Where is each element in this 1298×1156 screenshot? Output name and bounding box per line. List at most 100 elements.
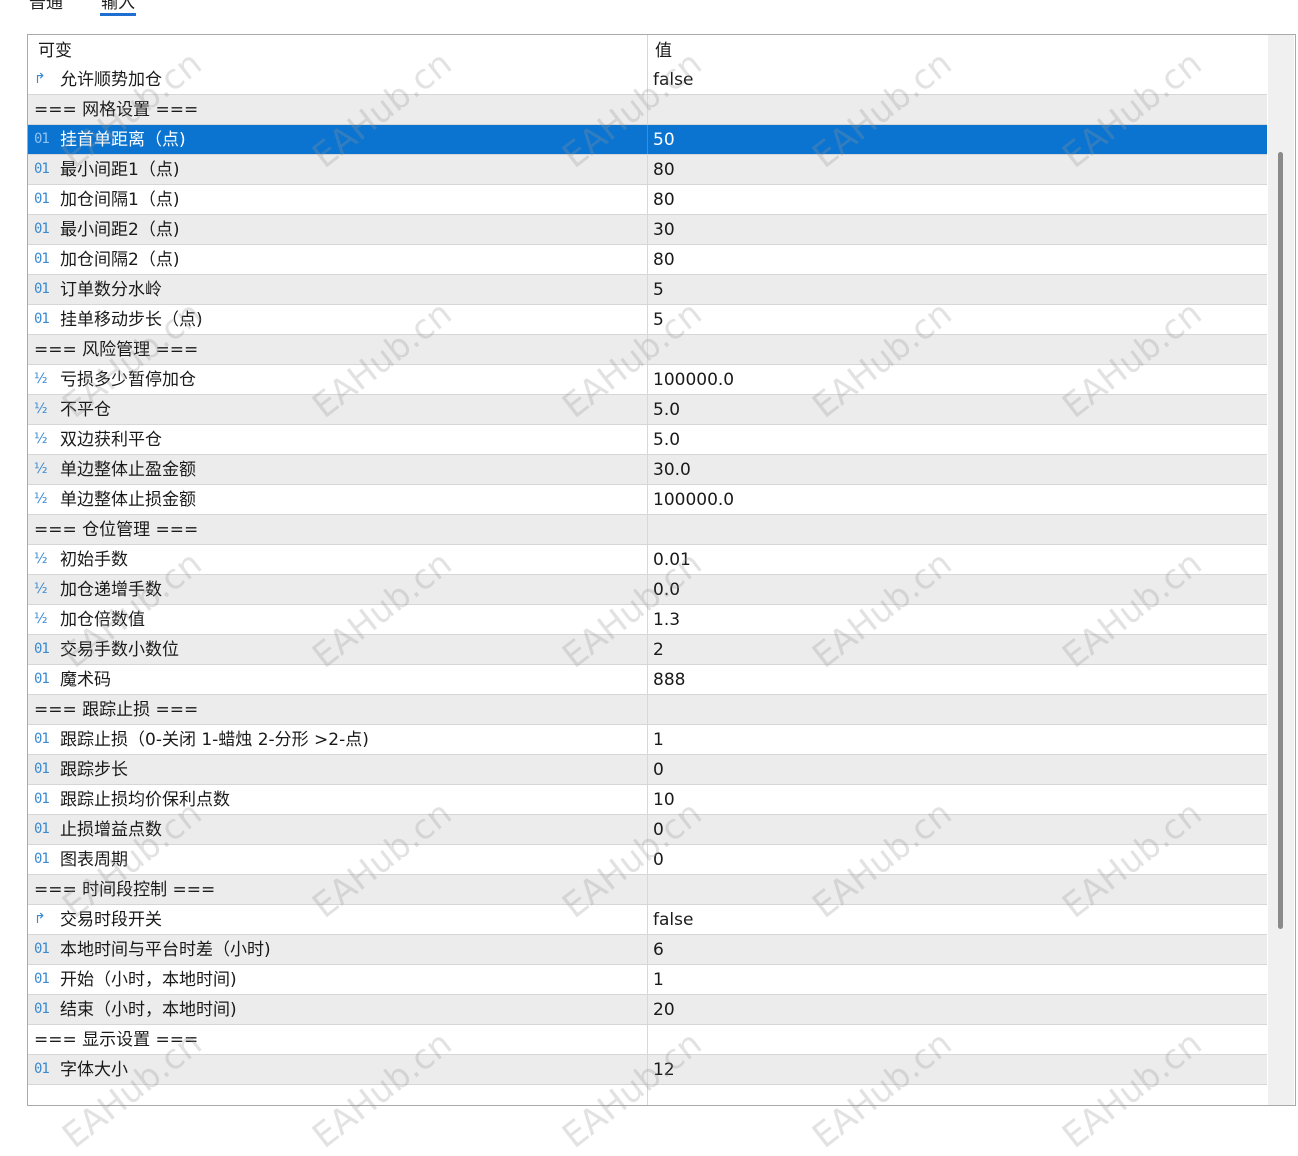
section-header-row[interactable]: === 显示设置 ===	[28, 1025, 1267, 1055]
cell-divider	[647, 305, 648, 334]
parameter-name: 本地时间与平台时差（小时)	[60, 940, 271, 960]
parameter-value[interactable]: 50	[653, 125, 675, 154]
cell-divider	[647, 515, 648, 544]
cell-divider	[647, 365, 648, 394]
section-header-row[interactable]: === 时间段控制 ===	[28, 875, 1267, 905]
parameter-name: 交易时段开关	[60, 910, 162, 930]
parameter-row[interactable]: 01 魔术码 888	[28, 665, 1267, 695]
parameter-value[interactable]: false	[653, 905, 693, 934]
parameter-row[interactable]: ½ 亏损多少暂停加仓 100000.0	[28, 365, 1267, 395]
integer-type-icon: 01	[34, 221, 50, 237]
parameter-row[interactable]: ½ 加仓倍数值 1.3	[28, 605, 1267, 635]
parameter-row[interactable]: ½ 单边整体止盈金额 30.0	[28, 455, 1267, 485]
parameter-value[interactable]: 888	[653, 665, 685, 694]
parameter-value[interactable]: 1.3	[653, 605, 680, 634]
vertical-scrollbar[interactable]	[1268, 35, 1294, 1105]
parameter-row[interactable]: 01 止损增益点数 0	[28, 815, 1267, 845]
parameter-row[interactable]: 01 本地时间与平台时差（小时) 6	[28, 935, 1267, 965]
cell-divider	[647, 245, 648, 274]
column-header-name[interactable]: 可变	[38, 35, 72, 65]
section-header-row[interactable]: === 仓位管理 ===	[28, 515, 1267, 545]
parameter-row[interactable]: ↱ 交易时段开关 false	[28, 905, 1267, 935]
integer-type-icon: 01	[34, 971, 50, 987]
scrollbar-thumb[interactable]	[1278, 152, 1283, 929]
tab-inputs[interactable]: 输入	[101, 0, 135, 13]
parameter-value[interactable]: 0	[653, 845, 664, 874]
parameter-value[interactable]: 100000.0	[653, 485, 734, 514]
parameter-row[interactable]: 01 加仓间隔1（点) 80	[28, 185, 1267, 215]
cell-divider	[647, 845, 648, 874]
parameter-value[interactable]: 5.0	[653, 425, 680, 454]
parameter-name: 挂首单距离（点)	[60, 130, 186, 150]
parameter-value[interactable]: 1	[653, 965, 664, 994]
double-type-icon: ½	[34, 551, 48, 567]
parameter-value[interactable]: 0	[653, 815, 664, 844]
section-header-row[interactable]: === 网格设置 ===	[28, 95, 1267, 125]
parameter-row[interactable]: ↱ 允许顺势加仓 false	[28, 65, 1267, 95]
parameter-row[interactable]: 01 订单数分水岭 5	[28, 275, 1267, 305]
column-header-value[interactable]: 值	[655, 35, 672, 65]
parameter-name: 开始（小时，本地时间)	[60, 970, 237, 990]
parameter-name: === 时间段控制 ===	[34, 880, 216, 900]
parameter-row[interactable]: 01 字体大小 12	[28, 1055, 1267, 1085]
parameter-row[interactable]: ½ 初始手数 0.01	[28, 545, 1267, 575]
parameter-name: === 网格设置 ===	[34, 100, 199, 120]
parameter-name: 加仓间隔1（点)	[60, 190, 180, 210]
parameter-name: 图表周期	[60, 850, 128, 870]
parameter-row[interactable]: ½ 加仓递增手数 0.0	[28, 575, 1267, 605]
section-header-row[interactable]: === 跟踪止损 ===	[28, 695, 1267, 725]
parameter-row[interactable]: 01 结束（小时，本地时间) 20	[28, 995, 1267, 1025]
integer-type-icon: 01	[34, 161, 50, 177]
tab-common[interactable]: 普通	[29, 0, 63, 13]
parameter-value[interactable]: 30.0	[653, 455, 691, 484]
cell-divider	[647, 875, 648, 904]
parameter-row[interactable]: 01 最小间距1（点) 80	[28, 155, 1267, 185]
integer-type-icon: 01	[34, 641, 50, 657]
section-header-row[interactable]: === 风险管理 ===	[28, 335, 1267, 365]
parameter-value[interactable]: 0.0	[653, 575, 680, 604]
cell-divider	[647, 635, 648, 664]
parameter-row[interactable]: 01 加仓间隔2（点) 80	[28, 245, 1267, 275]
parameter-value[interactable]: 2	[653, 635, 664, 664]
parameter-value[interactable]: 20	[653, 995, 675, 1024]
parameter-name: 跟踪止损均价保利点数	[60, 790, 230, 810]
parameter-row[interactable]: 01 跟踪止损均价保利点数 10	[28, 785, 1267, 815]
parameter-row[interactable]: 01 最小间距2（点) 30	[28, 215, 1267, 245]
parameter-value[interactable]: 30	[653, 215, 675, 244]
parameter-row[interactable]: ½ 不平仓 5.0	[28, 395, 1267, 425]
cell-divider	[647, 1055, 648, 1084]
parameter-row[interactable]: 01 开始（小时，本地时间) 1	[28, 965, 1267, 995]
parameter-row[interactable]: ½ 双边获利平仓 5.0	[28, 425, 1267, 455]
parameter-name: === 仓位管理 ===	[34, 520, 199, 540]
double-type-icon: ½	[34, 431, 48, 447]
integer-type-icon: 01	[34, 311, 50, 327]
parameter-value[interactable]: 5	[653, 305, 664, 334]
parameter-row[interactable]: 01 跟踪步长 0	[28, 755, 1267, 785]
parameter-value[interactable]: 5.0	[653, 395, 680, 424]
parameter-row[interactable]: 01 挂单移动步长（点) 5	[28, 305, 1267, 335]
parameter-value[interactable]: 6	[653, 935, 664, 964]
integer-type-icon: 01	[34, 791, 50, 807]
parameter-value[interactable]: 80	[653, 155, 675, 184]
parameters-grid: 可变 值 ↱ 允许顺势加仓 false === 网格设置 === 01 挂首单距离（点) 5…	[27, 34, 1296, 1106]
parameter-row[interactable]: 01 跟踪止损（0-关闭 1-蜡烛 2-分形 >2-点) 1	[28, 725, 1267, 755]
parameter-name: 订单数分水岭	[60, 280, 162, 300]
parameter-row[interactable]: ½ 单边整体止损金额 100000.0	[28, 485, 1267, 515]
parameter-value[interactable]: 80	[653, 245, 675, 274]
cell-divider	[647, 785, 648, 814]
parameter-row[interactable]: 01 交易手数小数位 2	[28, 635, 1267, 665]
parameter-value[interactable]: 0	[653, 755, 664, 784]
parameter-value[interactable]: 10	[653, 785, 675, 814]
parameter-value[interactable]: 1	[653, 725, 664, 754]
cell-divider	[647, 605, 648, 634]
parameter-value[interactable]: 80	[653, 185, 675, 214]
double-type-icon: ½	[34, 371, 48, 387]
parameter-value[interactable]: false	[653, 65, 693, 94]
cell-divider	[647, 455, 648, 484]
parameter-value[interactable]: 5	[653, 275, 664, 304]
parameter-row[interactable]: 01 挂首单距离（点) 50	[28, 125, 1267, 155]
parameter-row[interactable]: 01 图表周期 0	[28, 845, 1267, 875]
parameter-value[interactable]: 0.01	[653, 545, 691, 574]
parameter-value[interactable]: 12	[653, 1055, 675, 1084]
parameter-value[interactable]: 100000.0	[653, 365, 734, 394]
